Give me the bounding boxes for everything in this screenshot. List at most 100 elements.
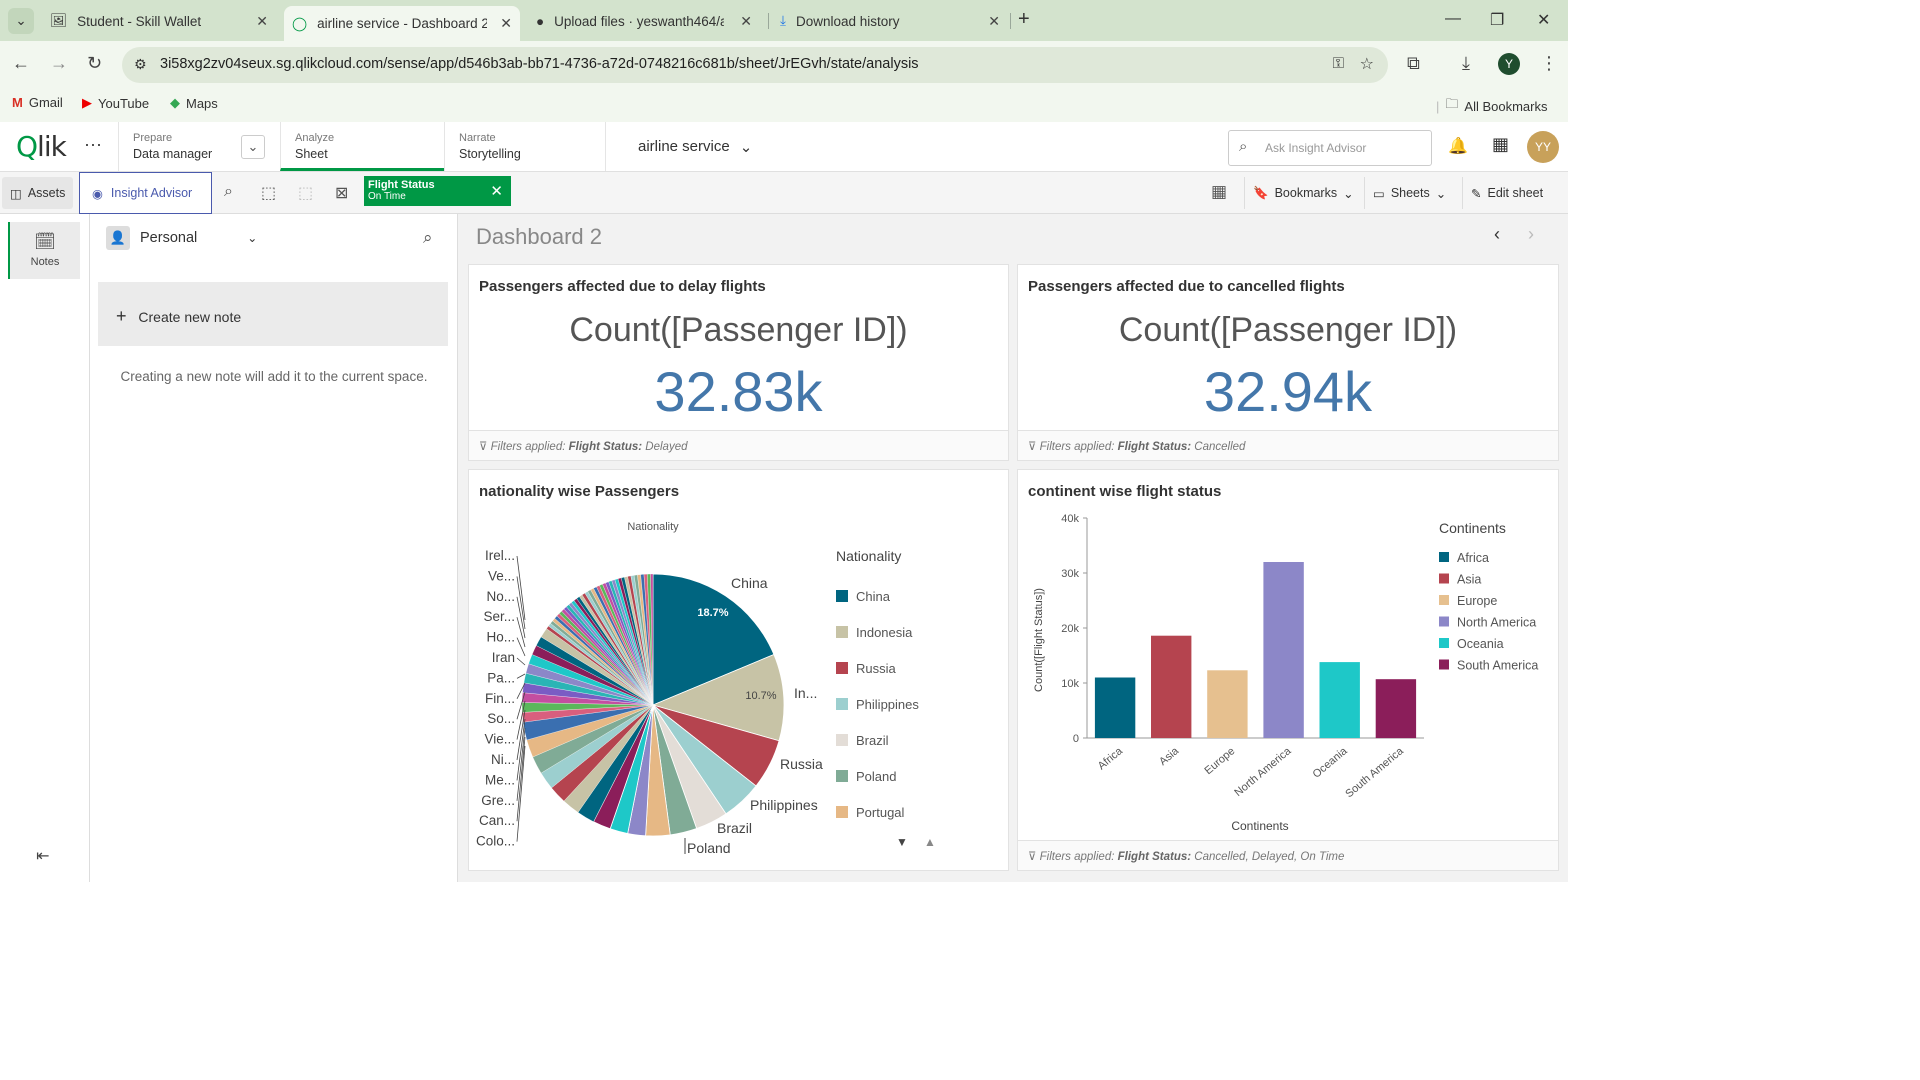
nav-narrate[interactable]: Narrate Storytelling — [444, 122, 606, 171]
legend-scroll-up-icon[interactable]: ▲ — [924, 835, 936, 849]
downloads-icon[interactable]: ⤓ — [1462, 53, 1470, 74]
legend-swatch — [1439, 638, 1449, 648]
more-icon[interactable]: ··· — [84, 134, 102, 155]
y-tick-label: 10k — [1061, 678, 1079, 690]
legend-label[interactable]: Oceania — [1457, 637, 1504, 651]
nav-prepare[interactable]: Prepare Data manager ⌄ — [118, 122, 268, 171]
close-icon[interactable]: ✕ — [988, 13, 1000, 30]
pie-chart-card[interactable]: nationality wise Passengers Nationality … — [468, 469, 1009, 871]
bar[interactable] — [1375, 679, 1417, 739]
qlik-header: Qlik ··· Prepare Data manager ⌄ Analyze … — [0, 122, 1568, 172]
bar[interactable] — [1319, 662, 1360, 738]
tab-download-history[interactable]: ⤓ Download history ✕ — [772, 6, 1008, 36]
y-tick-label: 40k — [1061, 513, 1079, 525]
selection-chip-flight-status[interactable]: Flight Status On Time ✕ — [364, 176, 511, 206]
legend-label[interactable]: Portugal — [856, 805, 905, 820]
all-bookmarks[interactable]: | 🗀 All Bookmarks — [1436, 95, 1547, 117]
close-icon[interactable]: ✕ — [490, 182, 503, 200]
minimize-button[interactable]: — — [1445, 10, 1461, 28]
ask-insight-input[interactable]: ⌕ Ask Insight Advisor — [1228, 130, 1432, 166]
bar[interactable] — [1151, 635, 1192, 738]
reload-icon[interactable]: ↻ — [87, 53, 102, 74]
kpi-cancelled-card[interactable]: Passengers affected due to cancelled fli… — [1017, 264, 1559, 461]
legend-label[interactable]: Africa — [1457, 551, 1489, 565]
menu-icon[interactable]: ⋮ — [1540, 53, 1558, 74]
star-icon[interactable]: ☆ — [1360, 54, 1374, 74]
site-settings-icon[interactable]: ⚙ — [134, 56, 147, 73]
bar-chart-card[interactable]: continent wise flight status 0 10k 20k 30k 4… — [1017, 469, 1559, 871]
chevron-down-icon[interactable]: ⌄ — [241, 135, 265, 159]
restore-button[interactable]: ❐ — [1490, 10, 1504, 30]
legend-scroll-down-icon[interactable]: ▼ — [896, 835, 908, 849]
search-icon[interactable]: ⌕ — [423, 228, 433, 248]
create-note-hint: Creating a new note will add it to the c… — [120, 369, 428, 384]
legend-label[interactable]: Brazil — [856, 733, 889, 748]
url-input[interactable]: ⚙ 3i58xg2zv04seux.sg.qlikcloud.com/sense… — [122, 47, 1388, 83]
chevron-down-icon: ⌄ — [739, 139, 753, 156]
bookmark-gmail[interactable]: M Gmail — [12, 95, 63, 110]
legend-label[interactable]: China — [856, 589, 891, 604]
nav-label: Analyze — [295, 132, 335, 144]
kpi-measure-label: Count([Passenger ID]) — [569, 311, 908, 349]
legend-label[interactable]: South America — [1457, 659, 1538, 673]
tab-airline-service[interactable]: ◯ airline service - Dashboard 2 | S ✕ — [284, 6, 520, 41]
filter-footer: ⊽ Filters applied: Flight Status: Cancel… — [1018, 430, 1558, 460]
bookmarks-button[interactable]: 🔖 Bookmarks ⌄ — [1244, 177, 1362, 209]
sheets-button[interactable]: ▭ Sheets ⌄ — [1364, 177, 1454, 209]
legend-label[interactable]: Poland — [856, 769, 896, 784]
bookmark-youtube[interactable]: ▶ YouTube — [82, 95, 149, 111]
user-avatar[interactable]: YY — [1527, 131, 1559, 163]
clear-selections-icon[interactable]: ⊠ — [335, 183, 348, 203]
pie-outside-label: Colo... — [476, 834, 515, 849]
bookmark-maps[interactable]: ◆ Maps — [170, 95, 218, 111]
collapse-panel-icon[interactable]: ⇤ — [36, 846, 49, 866]
back-icon[interactable]: ← — [12, 53, 30, 74]
pie-outside-label: Can... — [479, 813, 515, 828]
extensions-icon[interactable]: ⧉ — [1407, 53, 1420, 74]
grid-view-icon[interactable]: ▦ — [1211, 182, 1227, 202]
tab-skill-wallet[interactable]: 🖼 Student - Skill Wallet ✕ — [42, 6, 276, 36]
create-note-button[interactable]: + Create new note — [98, 282, 448, 346]
close-icon[interactable]: ✕ — [500, 15, 512, 32]
chevron-down-icon: ⌄ — [15, 13, 27, 28]
next-sheet-icon[interactable]: › — [1528, 224, 1534, 245]
forward-icon[interactable]: → — [50, 53, 68, 74]
insight-advisor-button[interactable]: ◉ Insight Advisor — [79, 172, 212, 214]
bookmark-label: Maps — [186, 95, 218, 111]
rail-notes-button[interactable]: 🗓 Notes — [8, 222, 80, 279]
bar[interactable] — [1263, 562, 1304, 738]
app-name-dropdown[interactable]: airline service ⌄ — [638, 138, 752, 156]
apps-grid-icon[interactable]: ▦ — [1492, 134, 1509, 155]
legend-label[interactable]: Philippines — [856, 697, 919, 712]
close-icon[interactable]: ✕ — [256, 13, 268, 30]
space-selector[interactable]: 👤 Personal ⌄ — [106, 226, 257, 250]
legend-label[interactable]: Russia — [856, 661, 897, 676]
legend-swatch — [836, 734, 848, 746]
key-icon[interactable]: ⚿ — [1333, 55, 1344, 72]
legend-label[interactable]: Asia — [1457, 573, 1481, 587]
x-tick-label: Asia — [1157, 745, 1182, 769]
close-icon[interactable]: ✕ — [740, 13, 752, 30]
legend-label[interactable]: Indonesia — [856, 625, 913, 640]
selection-forward-icon[interactable]: ⬚ — [298, 183, 313, 203]
edit-sheet-button[interactable]: ✎ Edit sheet — [1462, 177, 1551, 209]
filter-prefix: Filters applied: — [1039, 441, 1115, 453]
tab-upload-files[interactable]: ● Upload files · yeswanth464/airli ✕ — [528, 6, 760, 36]
bell-icon[interactable]: 🔔 — [1448, 136, 1468, 156]
selection-back-icon[interactable]: ⬚ — [261, 183, 276, 203]
tab-search-button[interactable]: ⌄ — [8, 8, 34, 34]
profile-avatar[interactable]: Y — [1498, 53, 1520, 75]
assets-button[interactable]: ◫ Assets — [2, 177, 74, 209]
smart-search-icon[interactable]: ⌕ — [224, 183, 233, 201]
legend-label[interactable]: Europe — [1457, 594, 1497, 608]
pie-outside-label: Gre... — [481, 793, 515, 808]
qlik-logo[interactable]: Qlik — [16, 130, 67, 163]
nav-analyze[interactable]: Analyze Sheet — [280, 122, 444, 171]
bar[interactable] — [1207, 670, 1248, 738]
bar[interactable] — [1094, 677, 1136, 739]
window-close-button[interactable]: ✕ — [1537, 10, 1550, 30]
kpi-delay-card[interactable]: Passengers affected due to delay flights… — [468, 264, 1009, 461]
new-tab-button[interactable]: + — [1018, 8, 1030, 31]
previous-sheet-icon[interactable]: ‹ — [1494, 224, 1500, 245]
legend-label[interactable]: North America — [1457, 616, 1536, 630]
